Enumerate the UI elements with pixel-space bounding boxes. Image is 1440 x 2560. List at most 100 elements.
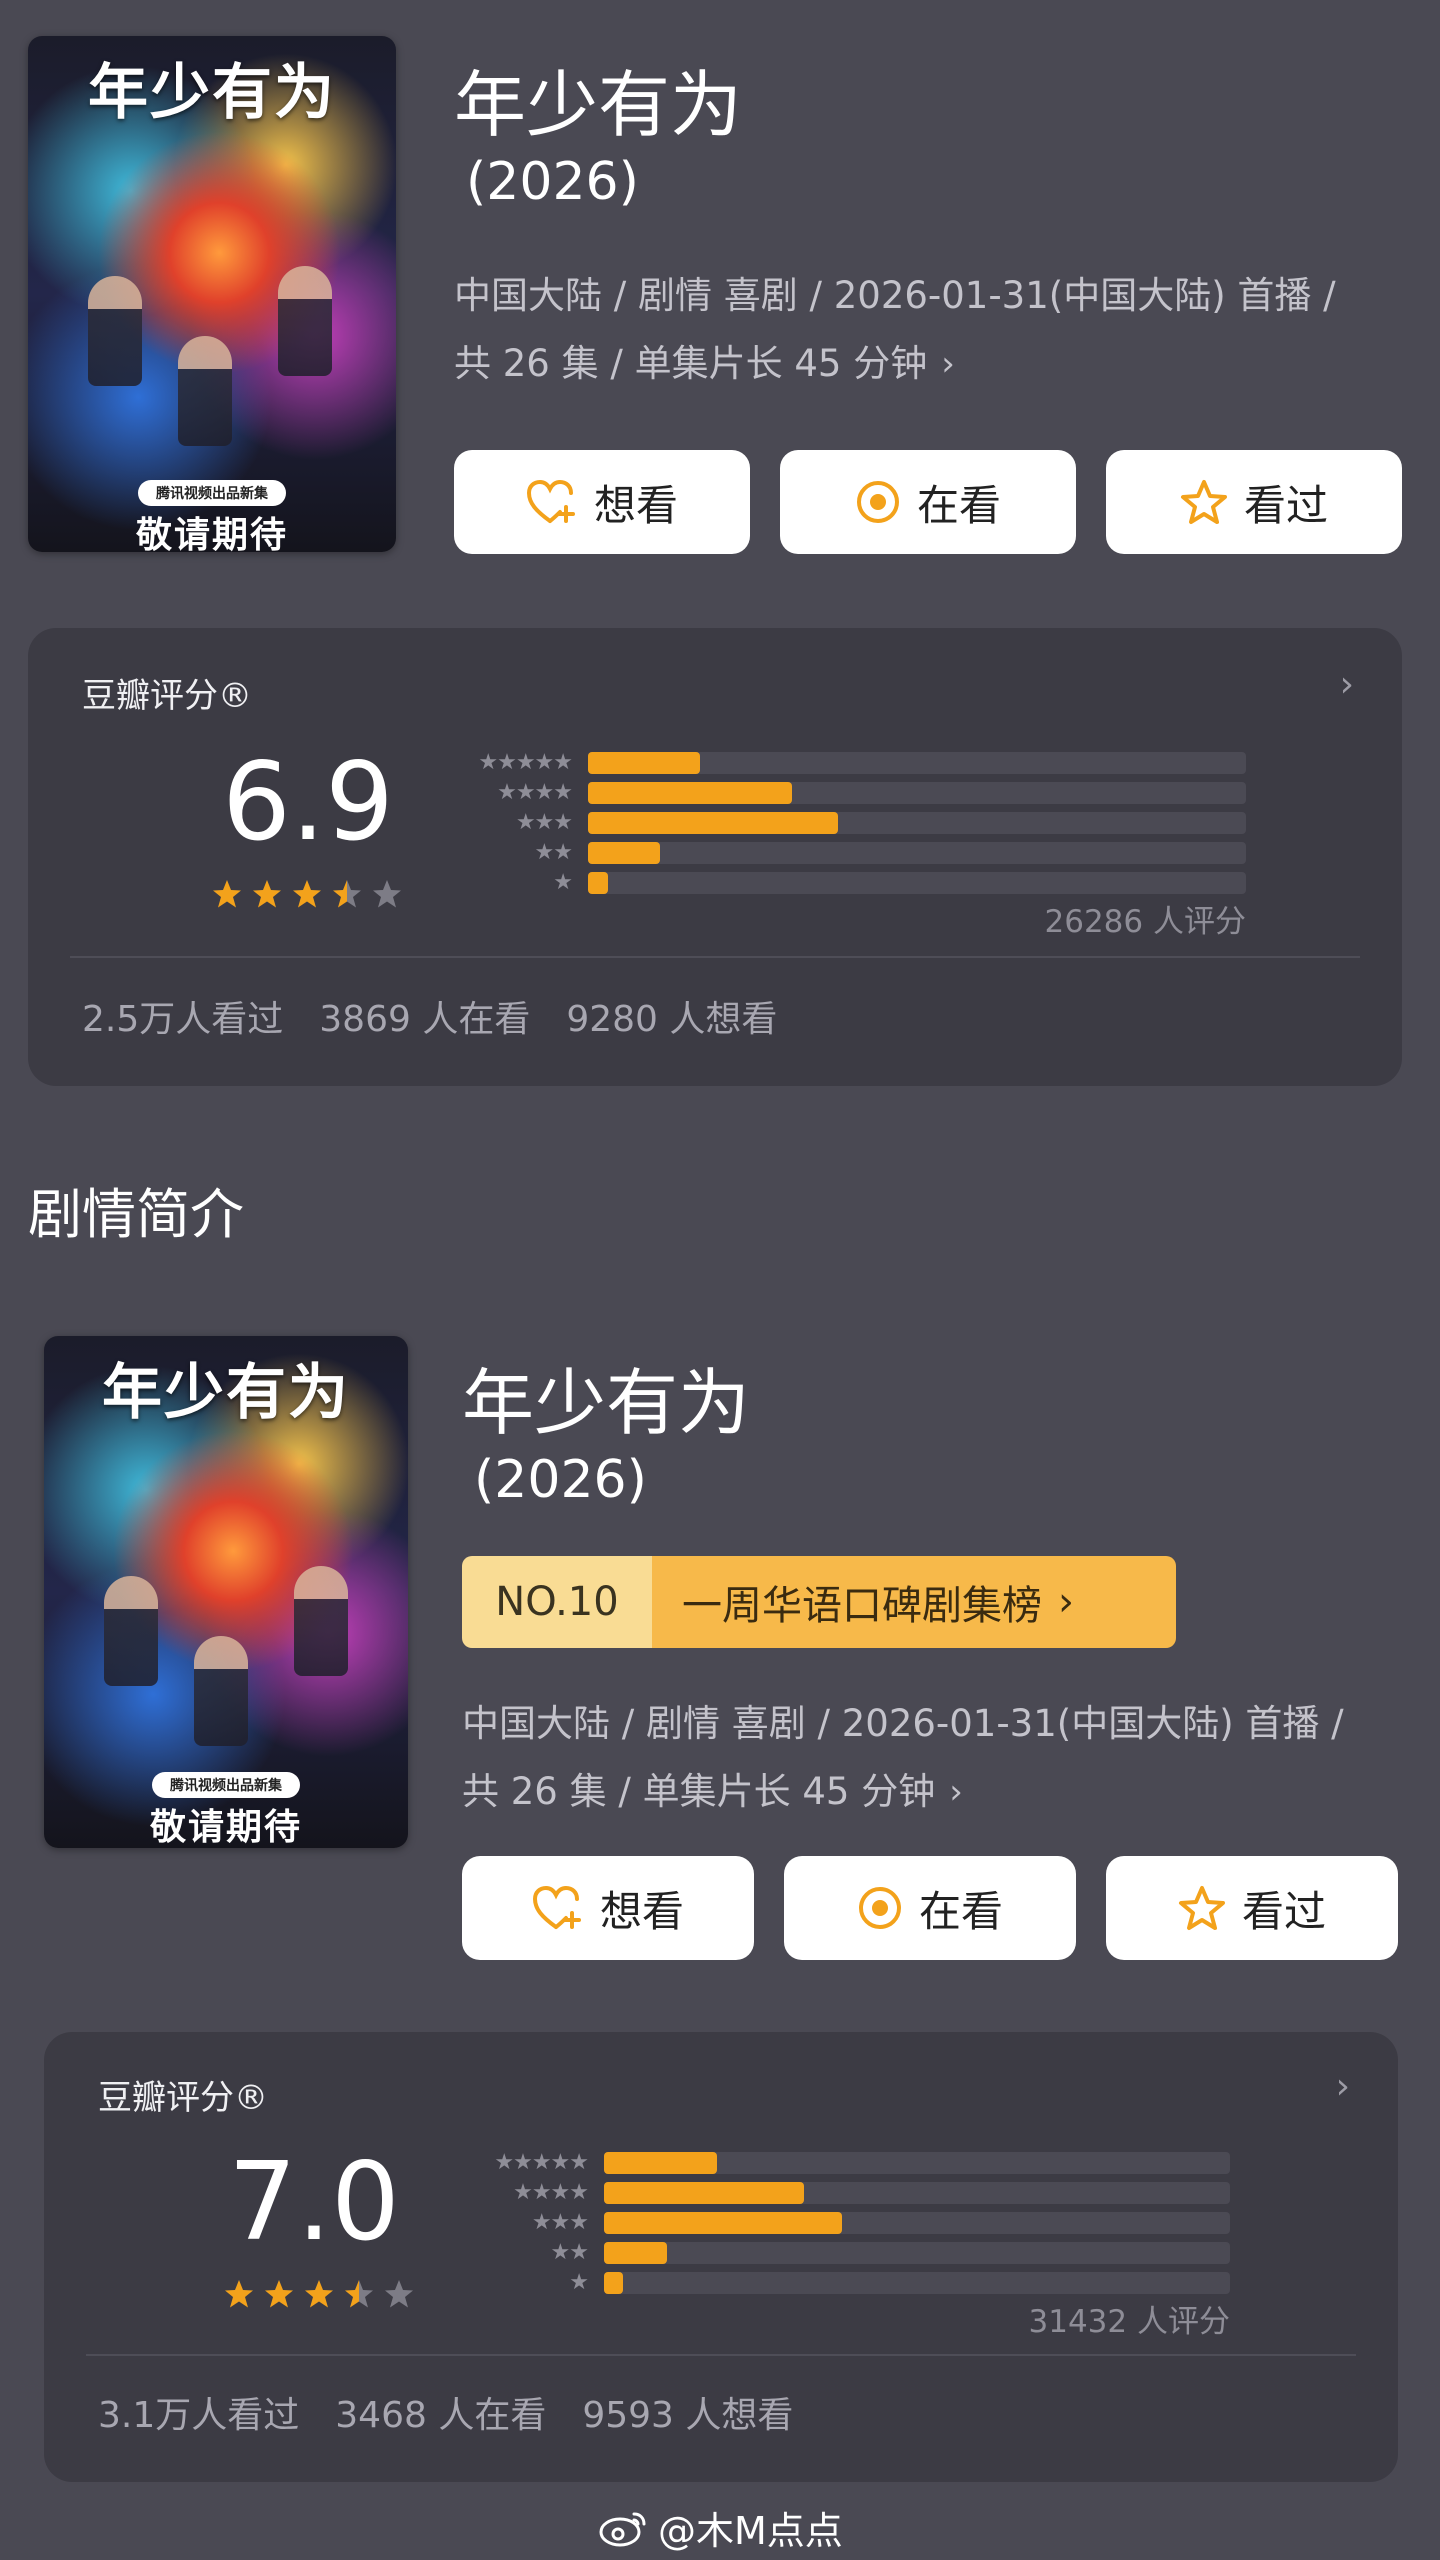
want-to-watch-label: 想看: [593, 480, 678, 530]
chevron-right-icon: ›: [1058, 1579, 1074, 1625]
want-to-watch-label: 想看: [599, 1886, 684, 1936]
rating-bar-row: ★: [442, 872, 1246, 894]
poster-title: 年少有为: [88, 58, 336, 128]
star-level-icon: ★: [569, 2270, 589, 2295]
drama-year: (2026): [474, 1450, 647, 1510]
rating-bar-track: [588, 812, 1246, 834]
heart-plus-icon: [532, 1885, 581, 1929]
drama-meta-line2[interactable]: 共 26 集 / 单集片长 45 分钟 ›: [454, 330, 955, 398]
poster-figure: [294, 1566, 348, 1676]
poster-figure: [88, 276, 142, 386]
chevron-right-icon: ›: [949, 1772, 963, 1812]
heart-plus-icon: [526, 479, 575, 523]
poster-image[interactable]: 年少有为 腾讯视频出品新集 敬请期待: [28, 36, 396, 552]
rating-bar-row: ★★★★: [458, 2182, 1230, 2204]
rating-stars: [222, 2278, 416, 2310]
ranking-name-wrap: 一周华语口碑剧集榜 ›: [652, 1556, 1176, 1648]
want-to-watch-button[interactable]: 想看: [462, 1856, 754, 1960]
watching-button[interactable]: 在看: [780, 450, 1076, 554]
rating-score: 6.9: [222, 740, 394, 865]
poster-tag: 敬请期待: [149, 1807, 302, 1848]
rating-bar-fill: [604, 2152, 717, 2174]
star-filled-icon: [305, 2280, 333, 2308]
section-title: 剧情简介: [28, 1183, 244, 1246]
drama-meta-line1: 中国大陆 / 剧情 喜剧 / 2026-01-31(中国大陆) 首播 /: [454, 274, 1336, 317]
rating-bar-row: ★★★: [442, 812, 1246, 834]
rating-bar-track: [588, 842, 1246, 864]
chevron-right-icon: ›: [941, 344, 955, 384]
rating-bar-row: ★★★★★: [458, 2152, 1230, 2174]
rating-bar-track: [588, 872, 1246, 894]
rating-stats: 3.1万人看过 3468 人在看 9593 人想看: [98, 2386, 793, 2438]
poster-figure: [194, 1636, 248, 1746]
want-count: 9280 人想看: [566, 999, 778, 1040]
rating-stats: 2.5万人看过 3869 人在看 9280 人想看: [82, 990, 777, 1042]
rating-bar-track: [604, 2182, 1230, 2204]
divider: [86, 2354, 1356, 2356]
rating-bar-track: [588, 782, 1246, 804]
ranking-badge[interactable]: NO.10 一周华语口碑剧集榜 ›: [462, 1556, 1176, 1648]
rating-count: 31432 人评分: [1028, 2304, 1230, 2340]
rating-bar-fill: [588, 842, 661, 864]
rating-label: 豆瓣评分®: [98, 2078, 268, 2118]
rating-bar-row: ★★: [458, 2242, 1230, 2264]
watermark-text: @木M点点: [658, 2509, 843, 2553]
rating-bar-row: ★: [458, 2272, 1230, 2294]
watching-count: 3468 人在看: [335, 2395, 547, 2436]
rating-bar-fill: [604, 2242, 667, 2264]
watching-button[interactable]: 在看: [784, 1856, 1076, 1960]
ranking-number: NO.10: [462, 1556, 652, 1648]
rating-label: 豆瓣评分®: [82, 676, 252, 716]
rating-card[interactable]: 豆瓣评分® › 7.0 ★★★★★ ★★★★ ★★★ ★★ ★ 31432 人评分 3.…: [44, 2032, 1398, 2482]
watching-count: 3869 人在看: [319, 999, 531, 1040]
drama-meta-text: 共 26 集 / 单集片长 45 分钟: [462, 1770, 936, 1813]
rating-card[interactable]: 豆瓣评分® › 6.9 ★★★★★ ★★★★ ★★★ ★★ ★ 26286 人评分 2.…: [28, 628, 1402, 1086]
target-icon: [858, 1887, 901, 1929]
divider: [70, 956, 1360, 958]
star-half-icon: [345, 2280, 373, 2308]
rating-bar-fill: [604, 2212, 842, 2234]
rating-bar-track: [604, 2212, 1230, 2234]
watermark: @木M点点: [598, 2500, 843, 2555]
poster-figure: [104, 1576, 158, 1686]
weibo-icon: [599, 2512, 646, 2546]
watched-label: 看过: [1243, 480, 1328, 530]
rating-bar-fill: [588, 752, 700, 774]
rating-bar-track: [604, 2152, 1230, 2174]
rating-bar-row: ★★: [442, 842, 1246, 864]
star-filled-icon: [213, 880, 241, 908]
drama-title: 年少有为: [454, 63, 743, 147]
watched-label: 看过: [1241, 1886, 1326, 1936]
poster-image[interactable]: 年少有为 腾讯视频出品新集 敬请期待: [44, 1336, 408, 1848]
want-count: 9593 人想看: [582, 2395, 794, 2436]
star-level-icon: ★★: [550, 2240, 589, 2265]
rating-bar-track: [604, 2272, 1230, 2294]
star-filled-icon: [293, 880, 321, 908]
rating-bar-fill: [588, 872, 608, 894]
target-icon: [856, 481, 899, 523]
rating-bar-row: ★★★★★: [442, 752, 1246, 774]
star-level-icon: ★★★: [531, 2210, 589, 2235]
star-empty-icon: [373, 880, 401, 908]
star-level-icon: ★★★★★: [494, 2150, 589, 2175]
star-level-icon: ★★★★: [497, 780, 573, 805]
watched-button[interactable]: 看过: [1106, 450, 1402, 554]
ranking-name: 一周华语口碑剧集榜: [682, 1583, 1042, 1629]
rating-bar-fill: [588, 782, 792, 804]
star-level-icon: ★★★: [515, 810, 573, 835]
star-half-icon: [333, 880, 361, 908]
chevron-right-icon[interactable]: ›: [1340, 664, 1354, 705]
rating-bar-fill: [604, 2182, 805, 2204]
rating-bar-track: [604, 2242, 1230, 2264]
chevron-right-icon[interactable]: ›: [1336, 2066, 1350, 2107]
rating-bar-row: ★★★★: [442, 782, 1246, 804]
drama-meta-line2[interactable]: 共 26 集 / 单集片长 45 分钟 ›: [462, 1758, 963, 1826]
poster-pill: 腾讯视频出品新集: [138, 480, 286, 506]
star-filled-icon: [225, 2280, 253, 2308]
watched-button[interactable]: 看过: [1106, 1856, 1398, 1960]
want-to-watch-button[interactable]: 想看: [454, 450, 750, 554]
watched-count: 3.1万人看过: [98, 2395, 300, 2436]
rating-score: 7.0: [228, 2140, 400, 2265]
poster-pill: 腾讯视频出品新集: [152, 1772, 300, 1798]
star-empty-icon: [385, 2280, 413, 2308]
